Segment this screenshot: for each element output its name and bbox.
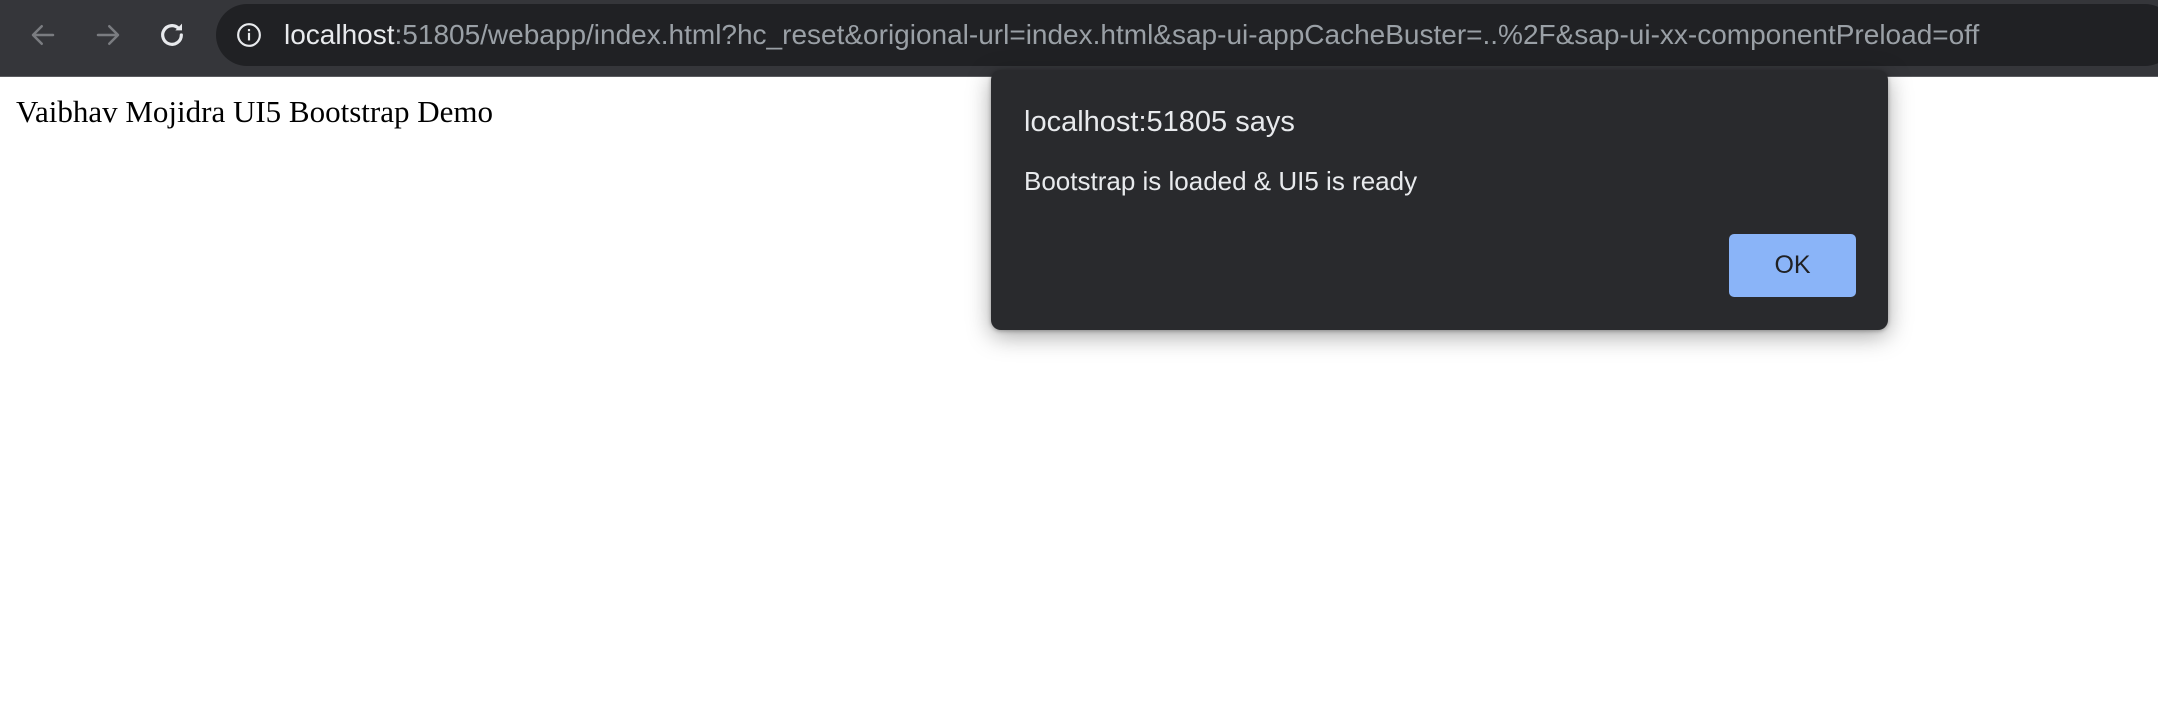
forward-button[interactable] <box>86 13 130 57</box>
dialog-title: localhost:51805 says <box>1024 106 1295 138</box>
browser-toolbar: localhost:51805/webapp/index.html?hc_res… <box>0 0 2158 77</box>
url-path: :51805/webapp/index.html?hc_reset&origio… <box>394 19 1980 50</box>
arrow-right-icon <box>96 25 120 45</box>
address-bar[interactable]: localhost:51805/webapp/index.html?hc_res… <box>216 4 2158 66</box>
back-button[interactable] <box>21 13 65 57</box>
page-title: Vaibhav Mojidra UI5 Bootstrap Demo <box>16 94 493 129</box>
url-text[interactable]: localhost:51805/webapp/index.html?hc_res… <box>284 18 1979 52</box>
alert-dialog: localhost:51805 says Bootstrap is loaded… <box>991 70 1888 330</box>
ok-button[interactable]: OK <box>1729 234 1856 297</box>
arrow-left-icon <box>31 25 55 45</box>
info-icon[interactable] <box>236 22 262 48</box>
reload-icon <box>161 23 183 46</box>
reload-button[interactable] <box>150 13 194 57</box>
dialog-message: Bootstrap is loaded & UI5 is ready <box>1024 166 1418 196</box>
url-host: localhost <box>284 19 395 50</box>
